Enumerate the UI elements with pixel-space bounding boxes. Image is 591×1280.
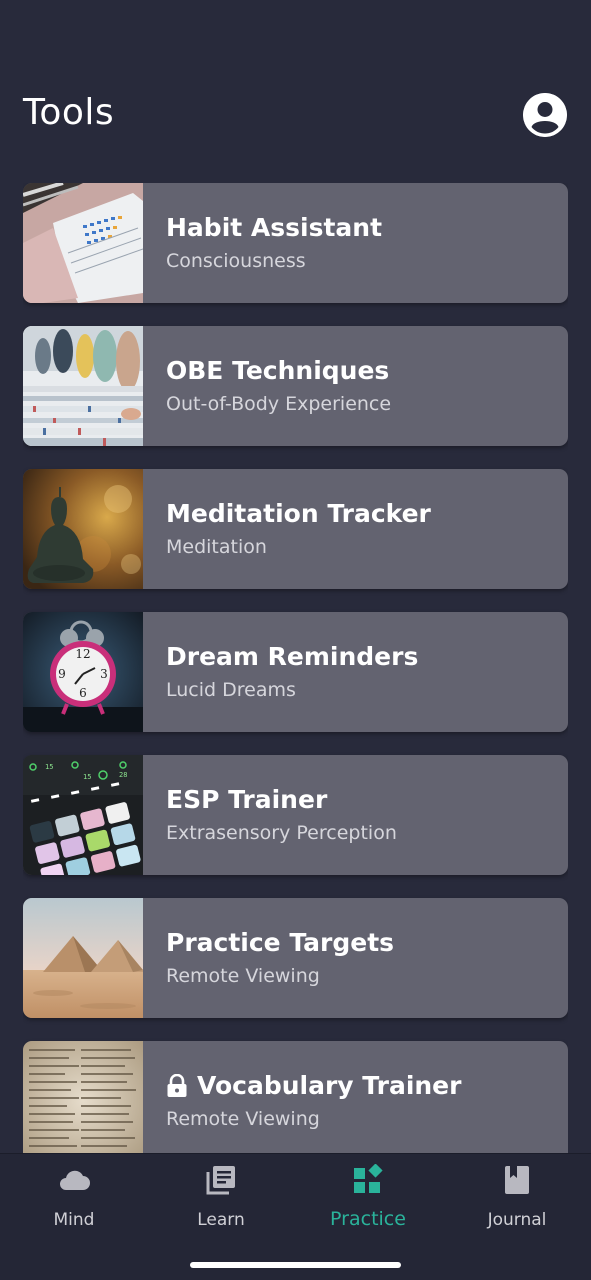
record-store-photo <box>23 326 143 446</box>
nav-tab-practice[interactable]: Practice <box>308 1164 428 1230</box>
tool-card-subtitle: Consciousness <box>166 250 306 272</box>
nav-tab-mind[interactable]: Mind <box>14 1164 134 1230</box>
app-header: Tools <box>0 0 591 160</box>
svg-text:9: 9 <box>58 667 66 681</box>
launchpad-photo: 15 15 28 <box>23 755 143 875</box>
svg-text:15: 15 <box>83 773 91 781</box>
nav-label: Learn <box>197 1210 245 1230</box>
account-button[interactable] <box>523 93 567 137</box>
tool-card-subtitle: Remote Viewing <box>166 965 320 987</box>
tool-card-subtitle: Remote Viewing <box>166 1108 320 1130</box>
tool-card-obe-techniques[interactable]: OBE Techniques Out-of-Body Experience <box>23 326 568 446</box>
tool-card-meditation-tracker[interactable]: Meditation Tracker Meditation <box>23 469 568 589</box>
tool-card-title: Dream Reminders <box>166 642 419 671</box>
tool-card-title: Habit Assistant <box>166 213 383 242</box>
alarm-clock-photo: 12 9 3 6 <box>23 612 143 732</box>
widgets-icon <box>354 1164 383 1193</box>
tool-card-subtitle: Meditation <box>166 536 267 558</box>
notebook-photo <box>23 183 143 303</box>
tool-card-vocabulary-trainer[interactable]: Vocabulary Trainer Remote Viewing <box>23 1041 568 1153</box>
dictionary-photo <box>23 1041 143 1153</box>
tool-card-subtitle: Extrasensory Perception <box>166 822 397 844</box>
tool-card-subtitle: Lucid Dreams <box>166 679 296 701</box>
tools-list[interactable]: Habit Assistant Consciousness OBE Techni… <box>23 183 568 1153</box>
tool-card-title: ESP Trainer <box>166 785 328 814</box>
nav-label: Journal <box>487 1210 547 1230</box>
cloud-icon <box>60 1170 90 1190</box>
tool-card-dream-reminders[interactable]: 12 9 3 6 Dream Reminders Lucid Dreams <box>23 612 568 732</box>
svg-text:28: 28 <box>119 771 127 779</box>
page-title: Tools <box>23 92 115 133</box>
nav-label: Mind <box>53 1210 95 1230</box>
lock-icon <box>167 1073 187 1097</box>
library-books-icon <box>206 1166 235 1195</box>
svg-text:3: 3 <box>100 667 108 681</box>
nav-label: Practice <box>330 1208 406 1230</box>
tool-card-esp-trainer[interactable]: 15 15 28 ESP Trainer Extrasensory Percep… <box>23 755 568 875</box>
account-circle-icon <box>523 93 567 137</box>
tool-card-title: Practice Targets <box>166 928 395 957</box>
svg-text:12: 12 <box>75 647 90 661</box>
bottom-navigation: Mind Learn Practice Journal <box>0 1153 591 1280</box>
buddha-statue-photo <box>23 469 143 589</box>
book-icon <box>505 1166 529 1194</box>
tool-card-title: OBE Techniques <box>166 356 390 385</box>
tool-card-title: Vocabulary Trainer <box>166 1071 461 1100</box>
svg-text:6: 6 <box>79 686 87 700</box>
home-indicator[interactable] <box>190 1262 401 1268</box>
pyramids-photo <box>23 898 143 1018</box>
tool-card-subtitle: Out-of-Body Experience <box>166 393 392 415</box>
tool-card-title: Meditation Tracker <box>166 499 431 528</box>
nav-tab-journal[interactable]: Journal <box>457 1164 577 1230</box>
svg-text:15: 15 <box>45 763 53 771</box>
nav-tab-learn[interactable]: Learn <box>161 1164 281 1230</box>
tool-card-habit-assistant[interactable]: Habit Assistant Consciousness <box>23 183 568 303</box>
tool-card-practice-targets[interactable]: Practice Targets Remote Viewing <box>23 898 568 1018</box>
